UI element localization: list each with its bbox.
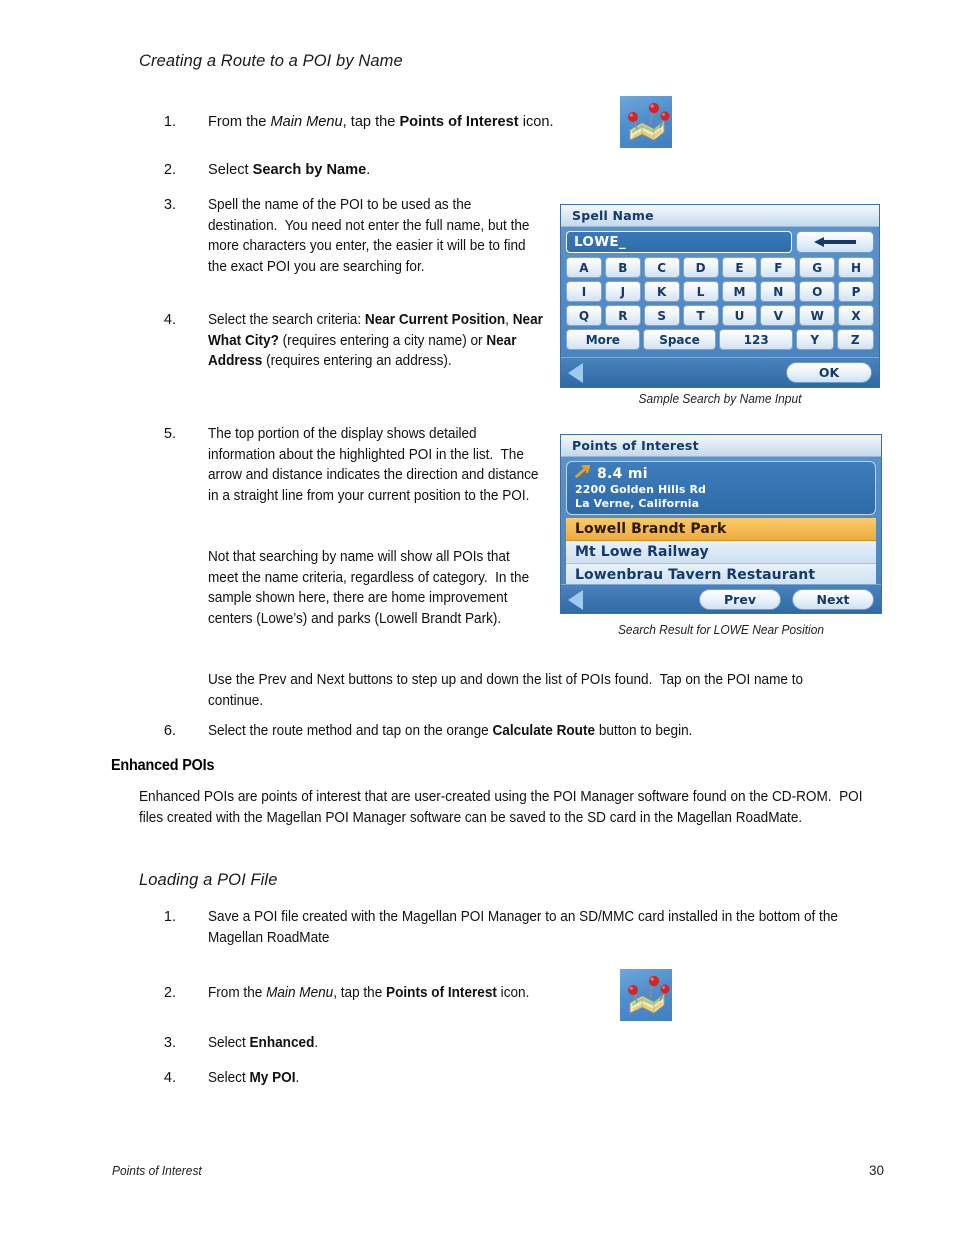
step-6-text: Select the route method and tap on the o… — [208, 723, 693, 739]
loading-step-1-text: Save a POI file created with the Magella… — [208, 909, 838, 946]
backspace-arrow-icon[interactable] — [796, 231, 874, 253]
key-x[interactable]: X — [838, 305, 874, 326]
back-triangle-icon[interactable] — [568, 362, 583, 383]
key-s[interactable]: S — [643, 305, 680, 326]
spell-name-title: Spell Name — [572, 208, 654, 223]
step-2-text: Select Search by Name. — [208, 162, 371, 178]
key-r[interactable]: R — [604, 305, 641, 326]
key-k[interactable]: K — [643, 281, 680, 302]
key-h[interactable]: H — [838, 257, 874, 278]
key-z[interactable]: Z — [836, 329, 874, 350]
key-123[interactable]: 123 — [719, 329, 794, 350]
keyboard-row-2: I J K L M N O P — [566, 281, 874, 302]
key-n[interactable]: N — [760, 281, 797, 302]
next-button[interactable]: Next — [792, 589, 874, 610]
poi-detail-panel: 8.4 mi 2200 Golden Hills Rd La Verne, Ca… — [566, 461, 876, 515]
keyboard-row-1: A B C D E F G H — [566, 257, 874, 278]
key-w[interactable]: W — [799, 305, 836, 326]
key-t[interactable]: T — [682, 305, 719, 326]
step-5-paragraph-2: Not that searching by name will show all… — [208, 549, 530, 627]
list-number: 3. — [163, 1035, 176, 1051]
poi-list-bottom-bar: Prev Next — [561, 584, 881, 613]
loading-step-2-text: From the Main Menu, tap the Points of In… — [208, 985, 530, 1001]
key-q[interactable]: Q — [566, 305, 602, 326]
points-of-interest-map-icon — [620, 96, 672, 148]
key-e[interactable]: E — [721, 257, 758, 278]
step-4-text: Select the search criteria: Near Current… — [208, 312, 543, 369]
poi-address-line-1: 2200 Golden Hills Rd — [575, 483, 707, 496]
key-l[interactable]: L — [682, 281, 719, 302]
poi-list-title: Points of Interest — [572, 438, 699, 453]
key-o[interactable]: O — [799, 281, 836, 302]
caption-poi-list: Search Result for LOWE Near Position — [617, 622, 825, 637]
poi-distance-value: 8.4 mi — [597, 465, 648, 482]
spell-name-input-row: LOWE_ — [566, 231, 874, 253]
key-more[interactable]: More — [566, 329, 640, 350]
key-i[interactable]: I — [566, 281, 602, 302]
prev-button[interactable]: Prev — [699, 589, 781, 610]
poi-address-line-2: La Verne, California — [575, 496, 700, 510]
poi-list-titlebar: Points of Interest — [561, 435, 881, 457]
key-b[interactable]: B — [604, 257, 641, 278]
poi-list-content: 8.4 mi 2200 Golden Hills Rd La Verne, Ca… — [561, 457, 881, 587]
list-item[interactable]: Mt Lowe Railway — [566, 541, 876, 564]
key-g[interactable]: G — [799, 257, 836, 278]
section-heading: Creating a Route to a POI by Name — [139, 52, 403, 70]
key-u[interactable]: U — [721, 305, 758, 326]
loading-poi-file-heading: Loading a POI File — [139, 871, 278, 889]
spell-name-screenshot: Spell Name LOWE_ A B C D E F G H I J K L… — [560, 204, 880, 388]
list-number: 2. — [163, 985, 176, 1001]
step-1-text: From the Main Menu, tap the Points of In… — [208, 114, 554, 130]
key-p[interactable]: P — [838, 281, 874, 302]
spell-name-bottom-bar: OK — [561, 357, 879, 387]
key-f[interactable]: F — [760, 257, 797, 278]
spell-name-keypad-area: LOWE_ A B C D E F G H I J K L M N O P Q … — [561, 227, 879, 357]
list-number: 3. — [163, 197, 176, 213]
loading-step-3-text: Select Enhanced. — [208, 1035, 319, 1051]
enhanced-pois-paragraph: Enhanced POIs are points of interest tha… — [139, 789, 863, 826]
poi-list-screenshot: Points of Interest 8.4 mi 2200 Golden Hi… — [560, 434, 882, 614]
loading-step-4-text: Select My POI. — [208, 1070, 300, 1086]
list-number: 6. — [163, 723, 176, 739]
list-number: 5. — [163, 426, 176, 442]
step-3-text: Spell the name of the POI to be used as … — [208, 197, 530, 275]
poi-distance-row: 8.4 mi — [575, 464, 867, 482]
key-j[interactable]: J — [604, 281, 641, 302]
key-space[interactable]: Space — [642, 329, 717, 350]
points-of-interest-map-icon — [620, 969, 672, 1021]
spell-name-titlebar: Spell Name — [561, 205, 879, 227]
key-y[interactable]: Y — [796, 329, 834, 350]
spell-name-input[interactable]: LOWE_ — [566, 231, 792, 253]
caption-spell-name: Sample Search by Name Input — [638, 391, 802, 406]
list-item[interactable]: Lowell Brandt Park — [566, 518, 876, 541]
direction-arrow-icon — [575, 464, 591, 482]
footer-page-number: 30 — [868, 1163, 884, 1178]
list-number: 1. — [163, 114, 176, 130]
key-d[interactable]: D — [682, 257, 719, 278]
key-v[interactable]: V — [760, 305, 797, 326]
enhanced-pois-heading: Enhanced POIs — [111, 757, 215, 774]
ok-button[interactable]: OK — [786, 362, 872, 383]
step-5-paragraph-3: Use the Prev and Next buttons to step up… — [208, 672, 804, 709]
keyboard-row-3: Q R S T U V W X — [566, 305, 874, 326]
list-number: 4. — [163, 1070, 176, 1086]
key-c[interactable]: C — [643, 257, 680, 278]
key-a[interactable]: A — [566, 257, 602, 278]
footer-section-label: Points of Interest — [112, 1163, 202, 1178]
list-number: 2. — [163, 162, 176, 178]
key-m[interactable]: M — [721, 281, 758, 302]
list-number: 1. — [163, 909, 176, 925]
list-number: 4. — [163, 312, 176, 328]
back-triangle-icon[interactable] — [568, 589, 583, 610]
document-page: Creating a Route to a POI by Name 1. Fro… — [0, 0, 954, 1235]
step-5-text: The top portion of the display shows det… — [208, 426, 539, 504]
keyboard-row-4: More Space 123 Y Z — [566, 329, 874, 350]
